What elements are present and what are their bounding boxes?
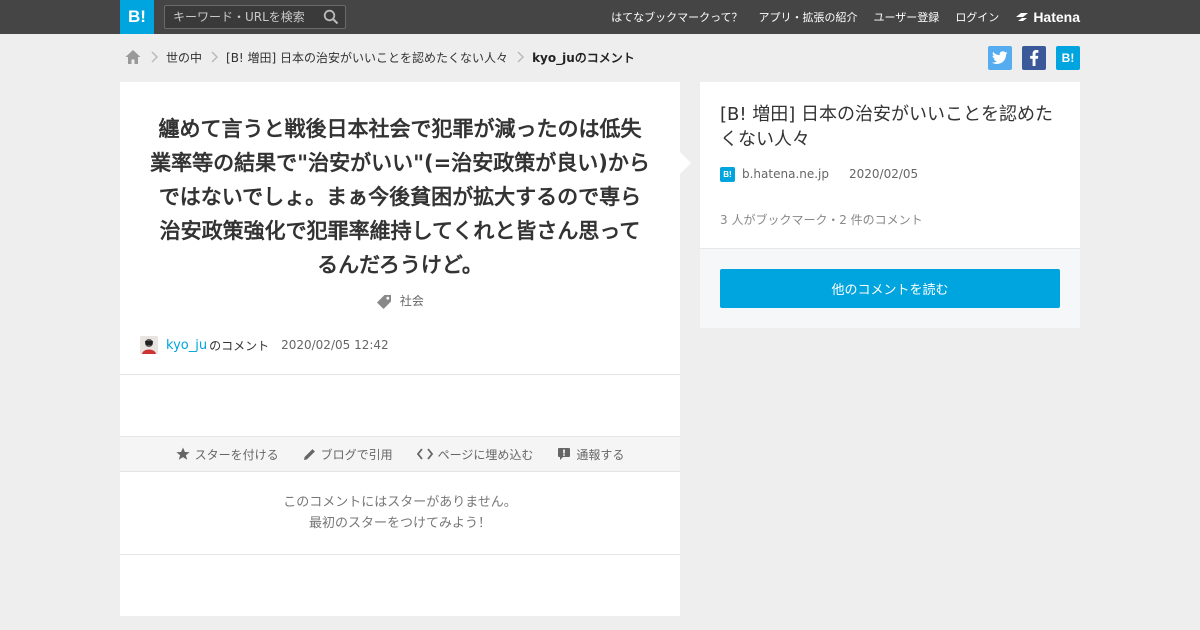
hatena-bookmark-logo[interactable]: B!: [120, 0, 154, 34]
hatena-logo[interactable]: Hatena: [1015, 9, 1080, 25]
comment-text: 纏めて言うと戦後日本社会で犯罪が減ったのは低失業率等の結果で"治安がいい"(=治…: [150, 117, 650, 277]
facebook-icon: [1030, 50, 1039, 66]
comment-author: kyo_ju のコメント 2020/02/05 12:42: [140, 335, 389, 355]
breadcrumb-entry[interactable]: [B! 増田] 日本の治安がいいことを認めたくない人々: [226, 49, 508, 66]
search-input[interactable]: [165, 6, 315, 28]
breadcrumb-category[interactable]: 世の中: [166, 49, 202, 66]
home-icon[interactable]: [124, 48, 142, 66]
report-button[interactable]: 通報する: [557, 446, 624, 463]
comment-actions: スターを付ける ブログで引用 ページに埋め込む 通報する: [120, 436, 680, 472]
share-facebook-button[interactable]: [1022, 46, 1046, 70]
comment-date[interactable]: 2020/02/05 12:42: [281, 338, 389, 352]
nav-register[interactable]: ユーザー登録: [874, 9, 940, 25]
blog-quote-button[interactable]: ブログで引用: [303, 446, 393, 463]
blog-quote-label: ブログで引用: [320, 447, 393, 462]
twitter-icon: [992, 51, 1008, 64]
pencil-icon: [303, 448, 315, 460]
author-suffix: のコメント: [209, 338, 270, 353]
comment-tag[interactable]: 社会: [120, 292, 680, 310]
code-icon: [416, 448, 433, 460]
embed-label: ページに埋め込む: [437, 447, 534, 462]
read-comments-button[interactable]: 他のコメントを読む: [720, 269, 1060, 308]
hatena-wing-icon: [1016, 13, 1029, 21]
entry-card: [B! 増田] 日本の治安がいいことを認めたくない人々 B! b.hatena.…: [700, 82, 1080, 328]
entry-domain[interactable]: b.hatena.ne.jp: [742, 167, 829, 181]
embed-button[interactable]: ページに埋め込む: [416, 446, 534, 463]
report-icon: [558, 448, 571, 460]
divider: [120, 374, 680, 375]
top-header: B! はてなブックマークって？ アプリ・拡張の紹介 ユーザー登録 ログイン Ha…: [0, 0, 1200, 34]
chevron-right-icon: [517, 51, 525, 63]
top-nav: はてなブックマークって？ アプリ・拡張の紹介 ユーザー登録 ログイン Haten…: [595, 0, 1080, 34]
nav-login[interactable]: ログイン: [955, 9, 999, 25]
hatena-logo-text: Hatena: [1033, 9, 1080, 25]
search-icon[interactable]: [323, 9, 339, 25]
comment-card: 纏めて言うと戦後日本社会で犯罪が減ったのは低失業率等の結果で"治安がいい"(=治…: [120, 82, 680, 616]
no-star-line2: 最初のスターをつけてみよう！: [308, 516, 491, 531]
author-name-link[interactable]: kyo_ju: [166, 338, 207, 353]
no-star-message: このコメントにはスターがありません。 最初のスターをつけてみよう！: [120, 492, 680, 534]
no-star-line1: このコメントにはスターがありません。: [283, 495, 517, 510]
tag-label: 社会: [399, 294, 424, 308]
breadcrumb: 世の中 [B! 増田] 日本の治安がいいことを認めたくない人々 kyo_juのコ…: [124, 46, 635, 68]
chevron-right-icon: [151, 51, 159, 63]
report-label: 通報する: [576, 447, 625, 462]
entry-stats: 3 人がブックマーク・2 件のコメント: [720, 213, 923, 227]
nav-about[interactable]: はてなブックマークって？: [611, 9, 742, 25]
add-star-button[interactable]: スターを付ける: [175, 446, 279, 463]
breadcrumb-current: kyo_juのコメント: [532, 50, 635, 65]
divider: [120, 554, 680, 555]
entry-title[interactable]: [B! 増田] 日本の治安がいいことを認めたくない人々: [720, 102, 1065, 152]
entry-meta: B! b.hatena.ne.jp 2020/02/05: [720, 166, 918, 182]
chevron-right-icon: [211, 51, 219, 63]
entry-date: 2020/02/05: [849, 167, 919, 181]
tag-icon: [377, 294, 392, 309]
card-pointer: [680, 152, 691, 174]
add-star-label: スターを付ける: [194, 447, 279, 462]
avatar[interactable]: [140, 336, 158, 354]
search-box: [164, 5, 346, 29]
share-hatena-button[interactable]: B!: [1056, 46, 1080, 70]
site-favicon: B!: [720, 166, 735, 182]
nav-apps[interactable]: アプリ・拡張の紹介: [759, 9, 858, 25]
share-twitter-button[interactable]: [988, 46, 1012, 70]
entry-footer: 他のコメントを読む: [700, 248, 1080, 328]
star-icon: [175, 447, 190, 460]
avatar-image: [140, 336, 158, 354]
share-buttons: B!: [978, 46, 1080, 70]
